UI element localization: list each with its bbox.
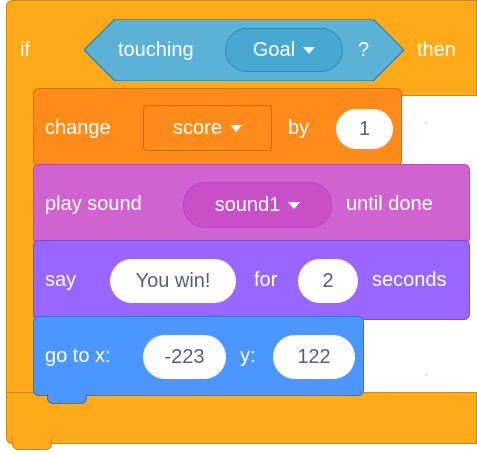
- amount-input[interactable]: 1: [336, 109, 393, 149]
- question-mark: ?: [358, 39, 370, 61]
- change-label: change: [45, 117, 111, 139]
- touching-condition-block[interactable]: touching Goal ?: [84, 19, 404, 81]
- go-to-xy-block[interactable]: go to x: -223 y: 122: [33, 316, 364, 396]
- if-block-arm[interactable]: [6, 90, 36, 395]
- sound-dropdown[interactable]: sound1: [183, 182, 332, 228]
- change-variable-block[interactable]: change score by 1: [33, 88, 402, 167]
- variable-value: score: [173, 116, 222, 139]
- workspace-dot: [425, 373, 428, 376]
- for-label: for: [254, 269, 278, 291]
- if-label: if: [20, 39, 30, 61]
- touching-target-value: Goal: [252, 38, 296, 61]
- sound-value: sound1: [214, 193, 281, 216]
- play-sound-label: play sound: [45, 193, 142, 215]
- say-label: say: [45, 269, 77, 291]
- seconds-input[interactable]: 2: [298, 259, 358, 303]
- dropdown-caret-icon: [229, 124, 242, 132]
- then-label: then: [417, 39, 456, 61]
- until-done-label: until done: [346, 193, 433, 215]
- seconds-label: seconds: [372, 269, 447, 291]
- touching-label: touching: [118, 39, 194, 61]
- touching-target-dropdown[interactable]: Goal: [225, 28, 343, 72]
- play-sound-block[interactable]: play sound sound1 until done: [33, 164, 470, 244]
- x-input[interactable]: -223: [143, 335, 226, 379]
- if-block-bottom-tab: [12, 438, 52, 450]
- variable-dropdown[interactable]: score: [143, 105, 272, 151]
- go-to-x-label: go to x:: [45, 345, 111, 367]
- dropdown-caret-icon: [303, 46, 316, 54]
- goto-block-notch: [47, 394, 87, 404]
- workspace-dot: [425, 121, 428, 124]
- y-input[interactable]: 122: [273, 335, 355, 379]
- say-for-seconds-block[interactable]: say You win! for 2 seconds: [33, 240, 470, 320]
- message-input[interactable]: You win!: [110, 259, 236, 303]
- dropdown-caret-icon: [288, 201, 301, 209]
- by-label: by: [288, 117, 310, 139]
- y-label: y:: [240, 345, 256, 367]
